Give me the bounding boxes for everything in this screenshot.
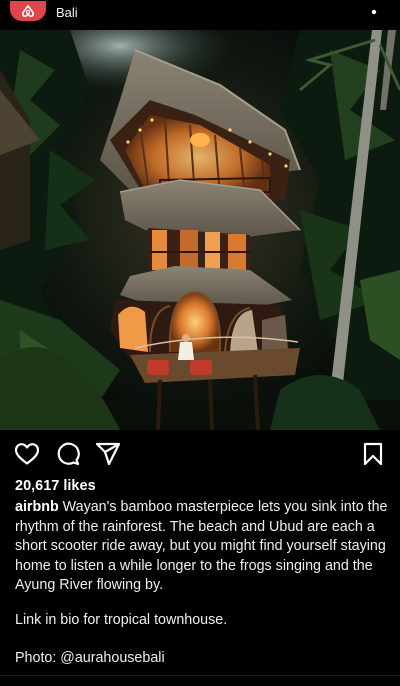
heart-icon — [14, 443, 40, 465]
send-icon — [95, 442, 121, 466]
caption-username[interactable]: airbnb — [15, 499, 59, 515]
post-header: Bali — [0, 0, 400, 30]
share-button[interactable] — [94, 440, 122, 468]
bookmark-icon — [363, 442, 383, 466]
post-photo[interactable] — [0, 30, 400, 430]
link-in-bio-note: Link in bio for tropical townhouse. — [15, 612, 228, 628]
action-bar — [0, 438, 400, 470]
caption-text: Wayan's bamboo masterpiece lets you sink… — [15, 499, 388, 593]
comment-icon — [57, 442, 80, 466]
comment-button[interactable] — [54, 440, 82, 468]
save-button[interactable] — [359, 440, 387, 468]
divider — [0, 675, 400, 676]
more-options-button[interactable] — [366, 0, 382, 24]
like-button[interactable] — [13, 440, 41, 468]
avatar[interactable] — [10, 1, 46, 21]
post-caption: airbnb Wayan's bamboo masterpiece lets y… — [15, 498, 390, 596]
post-location[interactable]: Bali — [56, 5, 78, 20]
treehouse-photo — [0, 30, 400, 430]
airbnb-logo-icon — [21, 4, 35, 18]
more-options-icon — [371, 9, 377, 15]
photo-credit[interactable]: Photo: @aurahousebali — [15, 649, 165, 668]
like-count[interactable]: 20,617 likes — [15, 478, 96, 494]
